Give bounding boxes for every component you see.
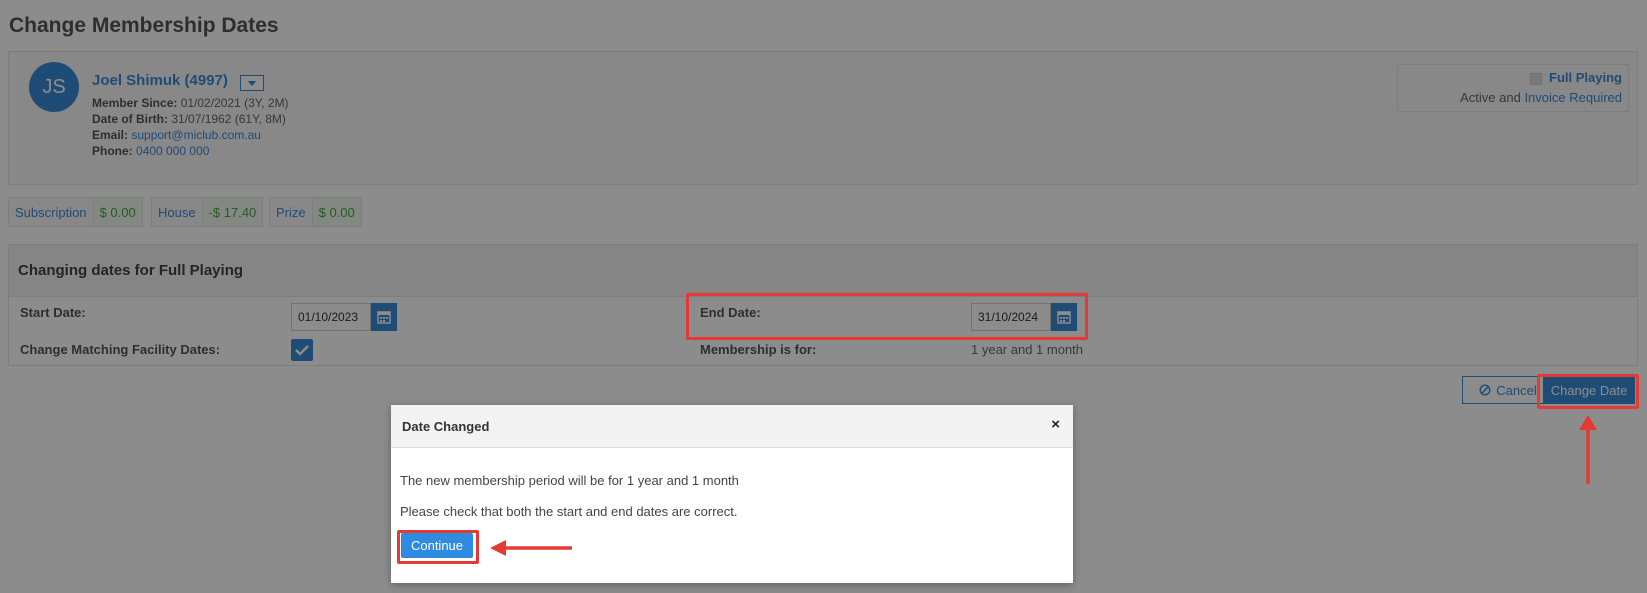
modal-header: Date Changed × [391, 405, 1073, 448]
arrow-left-annotation [490, 540, 572, 556]
change-date-highlight [1537, 374, 1639, 409]
modal-message-check: Please check that both the start and end… [400, 504, 738, 519]
close-icon[interactable]: × [1051, 416, 1060, 433]
end-date-highlight [686, 293, 1088, 340]
arrow-up-annotation [1579, 415, 1597, 484]
modal-title: Date Changed [402, 419, 490, 434]
modal-message-period: The new membership period will be for 1 … [400, 473, 739, 488]
continue-highlight [397, 530, 479, 564]
